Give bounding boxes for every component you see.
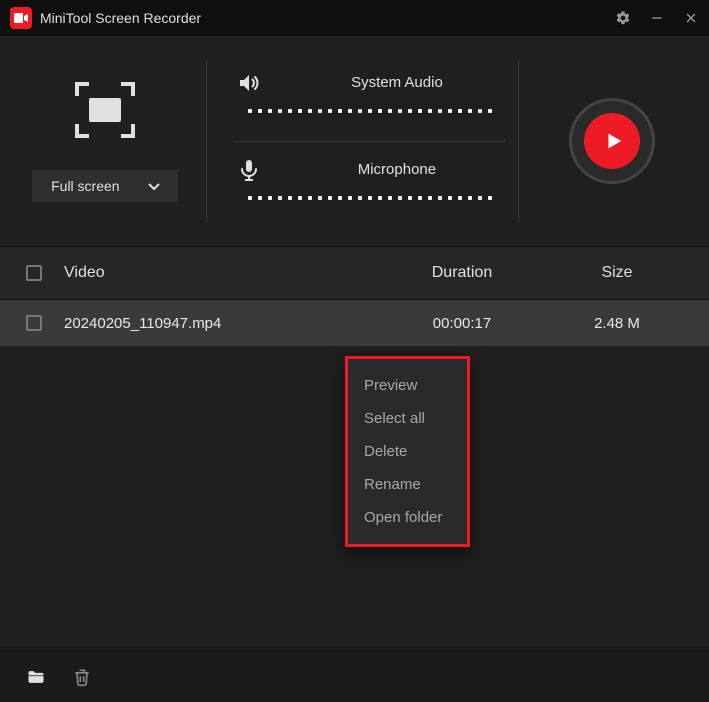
minimize-button[interactable] <box>649 10 665 26</box>
speaker-icon <box>232 71 266 95</box>
system-audio-level <box>226 105 515 125</box>
record-button[interactable] <box>569 98 655 184</box>
bottom-toolbar <box>0 650 709 702</box>
divider <box>518 60 519 222</box>
context-delete[interactable]: Delete <box>348 435 467 468</box>
close-button[interactable] <box>683 10 699 26</box>
settings-button[interactable] <box>615 10 631 26</box>
column-header-duration[interactable]: Duration <box>377 264 547 282</box>
row-checkbox[interactable] <box>26 315 42 331</box>
select-all-checkbox[interactable] <box>26 265 42 281</box>
open-folder-button[interactable] <box>26 667 46 687</box>
context-menu: Preview Select all Delete Rename Open fo… <box>345 356 470 547</box>
column-header-size[interactable]: Size <box>547 264 687 282</box>
play-icon <box>584 113 640 169</box>
capture-mode-label: Full screen <box>51 178 119 194</box>
divider <box>234 141 507 142</box>
context-open-folder[interactable]: Open folder <box>348 501 467 534</box>
system-audio-toggle[interactable]: System Audio <box>226 71 515 95</box>
microphone-label: Microphone <box>286 161 509 178</box>
app-title: MiniTool Screen Recorder <box>40 10 607 26</box>
microphone-toggle[interactable]: Microphone <box>226 158 515 182</box>
divider <box>206 60 207 222</box>
app-logo-icon <box>10 7 32 29</box>
titlebar: MiniTool Screen Recorder <box>0 0 709 36</box>
row-filename: 20240205_110947.mp4 <box>64 315 377 332</box>
row-size: 2.48 M <box>547 315 687 332</box>
microphone-level <box>226 192 515 212</box>
microphone-icon <box>232 158 266 182</box>
context-select-all[interactable]: Select all <box>348 402 467 435</box>
delete-button[interactable] <box>72 667 92 687</box>
region-select-button[interactable] <box>69 80 141 140</box>
recordings-table-header: Video Duration Size <box>0 246 709 300</box>
column-header-video[interactable]: Video <box>64 264 377 282</box>
chevron-down-icon <box>148 178 160 194</box>
controls-panel: Full screen System Audio Microphone <box>0 36 709 246</box>
table-row[interactable]: 20240205_110947.mp4 00:00:17 2.48 M <box>0 300 709 346</box>
system-audio-label: System Audio <box>286 74 509 91</box>
context-preview[interactable]: Preview <box>348 369 467 402</box>
row-duration: 00:00:17 <box>377 315 547 332</box>
context-rename[interactable]: Rename <box>348 468 467 501</box>
capture-mode-select[interactable]: Full screen <box>32 170 178 202</box>
